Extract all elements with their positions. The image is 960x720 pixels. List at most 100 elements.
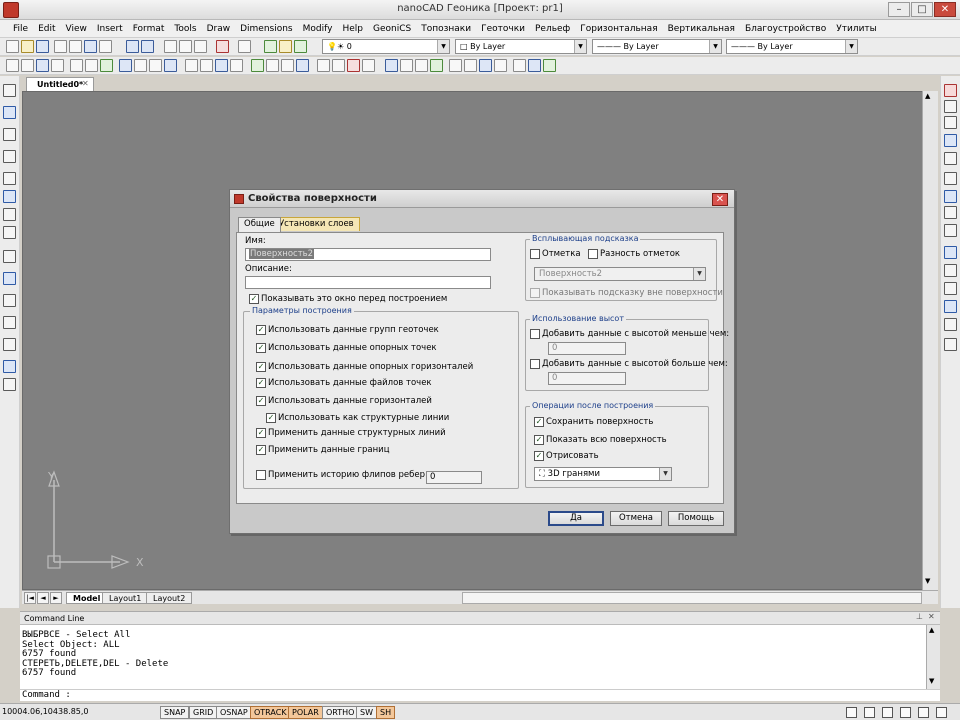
circle-tool-icon[interactable] [3,128,16,141]
color-select[interactable]: □ By Layer ▼ [455,39,587,54]
line-icon[interactable] [6,59,19,72]
menu-item-11[interactable]: Топознаки [416,24,476,34]
close-icon[interactable]: ✕ [928,612,935,621]
annotation-icon[interactable] [864,707,875,718]
add-lower-checkbox[interactable] [530,329,540,339]
help-button[interactable]: Помощь [668,511,724,526]
trim-icon[interactable] [251,59,264,72]
scroll-down-icon[interactable]: ▼ [929,677,934,685]
pan-icon[interactable] [528,59,541,72]
layout-tab-layout2[interactable]: Layout2 [146,592,193,604]
command-input[interactable]: Command : [20,689,940,701]
menu-item-14[interactable]: Горизонтальная [575,24,662,34]
menu-item-12[interactable]: Геоточки [476,24,530,34]
copy-tool-icon[interactable] [944,116,957,129]
chevron-down-icon[interactable]: ▼ [845,40,857,53]
mirror-tool-icon[interactable] [944,134,957,147]
layers-icon[interactable] [264,40,277,53]
ellipse-icon[interactable] [70,59,83,72]
array-tool-icon[interactable] [944,172,957,185]
leader-icon[interactable] [415,59,428,72]
chevron-down-icon[interactable]: ▼ [693,268,705,280]
ok-button[interactable]: Да [548,511,604,526]
draw-checkbox[interactable]: ✓ [534,451,544,461]
text-icon[interactable] [385,59,398,72]
workspace-icon[interactable] [882,707,893,718]
build-option-checkbox-4[interactable]: ✓ [256,396,266,406]
linetype-select[interactable]: ——— By Layer ▼ [592,39,722,54]
next-layout-icon[interactable]: ► [50,592,62,604]
circle-icon[interactable] [51,59,64,72]
status-toggle-ortho[interactable]: ORTHO [322,706,359,719]
scale-icon[interactable] [185,59,198,72]
match-properties-icon[interactable] [238,40,251,53]
layer-states-icon[interactable] [279,40,292,53]
menu-item-6[interactable]: Draw [202,24,236,34]
offset-tool-icon[interactable] [944,152,957,165]
show-before-checkbox[interactable]: ✓ [249,294,259,304]
flip-history-input[interactable]: 0 [426,471,482,484]
rotate-icon[interactable] [164,59,177,72]
point-icon[interactable] [362,59,375,72]
menu-item-15[interactable]: Вертикальная [663,24,740,34]
maximize-button[interactable]: □ [911,2,933,17]
tab-general[interactable]: Общие [238,217,281,232]
menu-item-10[interactable]: GeoniCS [368,24,416,34]
pin-icon[interactable]: ⊥ [916,612,923,621]
break-tool-icon[interactable] [944,282,957,295]
table-tool-icon[interactable] [3,360,16,373]
polygon-tool-icon[interactable] [3,150,16,163]
chevron-down-icon[interactable]: ▼ [437,40,449,53]
polyline-tool-icon[interactable] [3,190,16,203]
fillet-icon[interactable] [332,59,345,72]
fullscreen-icon[interactable] [918,707,929,718]
description-input[interactable] [245,276,491,289]
hatch-icon[interactable] [100,59,113,72]
trim-tool-icon[interactable] [944,246,957,259]
print-preview-icon[interactable] [69,40,82,53]
extend-tool-icon[interactable] [944,264,957,277]
block-icon[interactable] [119,59,132,72]
prev-layout-icon[interactable]: ◄ [37,592,49,604]
status-toggle-grid[interactable]: GRID [189,706,218,719]
status-toggle-polar[interactable]: POLAR [288,706,323,719]
spline-tool-icon[interactable] [3,208,16,221]
add-higher-checkbox[interactable] [530,359,540,369]
new-file-icon[interactable] [6,40,19,53]
menu-item-5[interactable]: Tools [169,24,201,34]
grid-icon[interactable] [464,59,477,72]
paste-icon[interactable] [194,40,207,53]
scroll-up-icon[interactable]: ▲ [925,92,930,100]
offset-icon[interactable] [215,59,228,72]
first-layout-icon[interactable]: |◄ [24,592,36,604]
open-file-icon[interactable] [21,40,34,53]
status-toggle-sh[interactable]: SH [376,706,396,719]
move-tool-icon[interactable] [944,100,957,113]
name-input[interactable]: Поверхность2 [245,248,491,261]
cancel-button[interactable]: Отмена [610,511,662,526]
layout-tab-layout1[interactable]: Layout1 [102,592,149,604]
lock-icon[interactable] [846,707,857,718]
scale-tool-icon[interactable] [944,206,957,219]
revcloud-tool-icon[interactable] [3,316,16,329]
arc-icon[interactable] [36,59,49,72]
vertical-scrollbar[interactable]: ▲ ▼ [922,91,938,590]
erase-icon[interactable] [944,84,957,97]
dimension-icon[interactable] [400,59,413,72]
line-tool-icon[interactable] [3,84,16,97]
chevron-down-icon[interactable]: ▼ [574,40,586,53]
copy-icon[interactable] [179,40,192,53]
build-option-checkbox-6[interactable]: ✓ [256,428,266,438]
show-whole-checkbox[interactable]: ✓ [534,435,544,445]
add-higher-input[interactable]: 0 [548,372,626,385]
build-option-checkbox-0[interactable]: ✓ [256,325,266,335]
extend-icon[interactable] [266,59,279,72]
chevron-down-icon[interactable]: ▼ [709,40,721,53]
point-tool-icon[interactable] [3,272,16,285]
copy-object-icon[interactable] [149,59,162,72]
arc-tool-icon[interactable] [3,106,16,119]
tooltip-surface-select[interactable]: Поверхность2 ▼ [534,267,706,281]
pentagon-tool-icon[interactable] [3,172,16,185]
menu-item-7[interactable]: Dimensions [235,24,298,34]
lineweight-select[interactable]: ——— By Layer ▼ [726,39,858,54]
